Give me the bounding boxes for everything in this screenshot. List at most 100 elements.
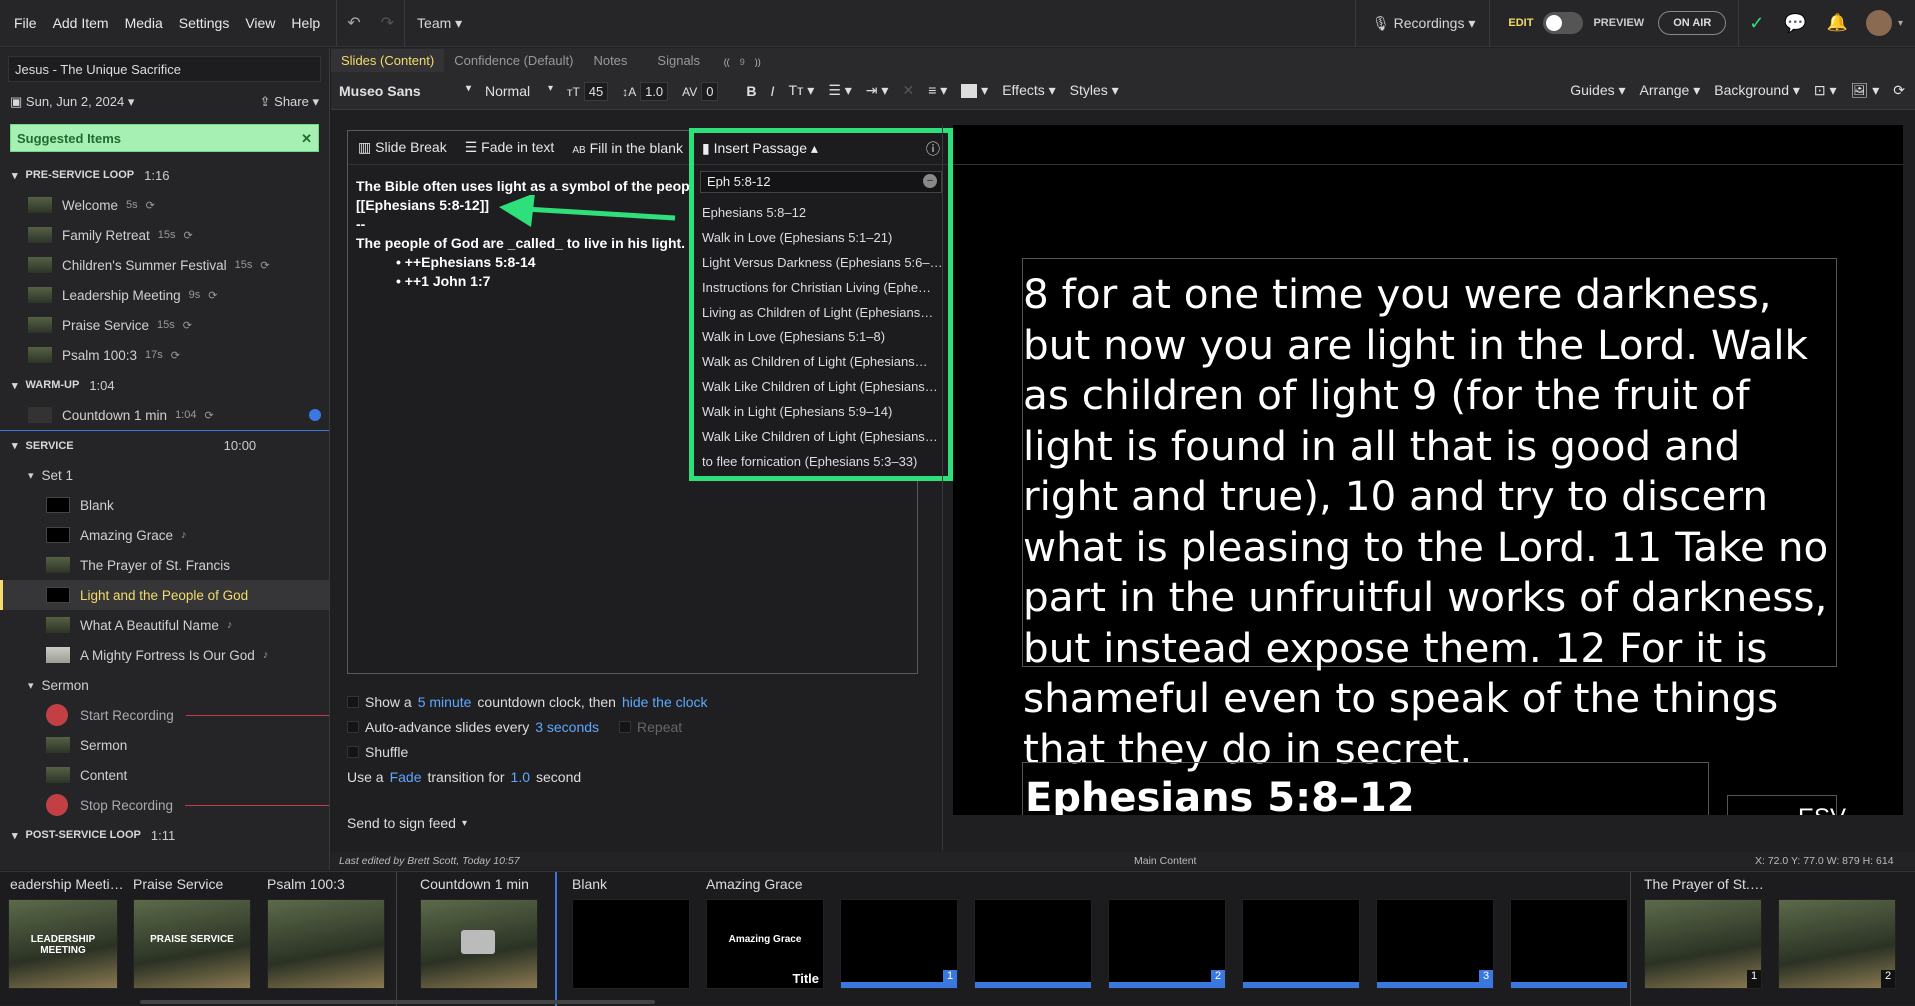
font-size-value[interactable]: 45 [583, 81, 609, 101]
hide-clock-link[interactable]: hide the clock [622, 694, 708, 710]
passage-result[interactable]: Walk in Love (Ephesians 5:1–8) [694, 325, 948, 350]
list-item[interactable]: Countdown 1 min 1:04 ⟳ [0, 400, 329, 430]
slide-thumbnail[interactable] [974, 899, 1092, 989]
repeat-checkbox[interactable] [619, 721, 632, 733]
send-to-sign-feed[interactable]: Send to sign feed ▾ [347, 815, 467, 831]
slide-thumbnail[interactable]: LEADERSHIP MEETING [8, 899, 118, 989]
refresh-icon[interactable]: ⟳ [1893, 82, 1915, 99]
preview-mode-label[interactable]: PREVIEW [1583, 17, 1658, 29]
image-icon[interactable]: 🖼 ▾ [1851, 82, 1880, 99]
seconds-link[interactable]: 3 seconds [535, 719, 599, 735]
list-item[interactable]: The Prayer of St. Francis [0, 550, 329, 580]
slide-thumbnail[interactable] [420, 899, 538, 989]
list-item[interactable]: Leadership Meeting 9s ⟳ [0, 280, 329, 310]
list-item[interactable]: Start Recording [0, 700, 329, 730]
list-item[interactable]: Welcome 5s ⟳ [0, 190, 329, 220]
text-transform-icon[interactable]: Tт ▾ [788, 82, 814, 99]
fill-blank-button[interactable]: AB Fill in the blank [572, 140, 683, 156]
check-circle-icon[interactable]: ✓ [1739, 13, 1774, 34]
weight-dropdown[interactable]: Normal ▾ [485, 83, 553, 99]
passage-result[interactable]: Walk in Love (Ephesians 5:1–21) [694, 226, 948, 251]
slide-thumbnail[interactable]: 3 [1376, 899, 1494, 989]
slide-thumbnail[interactable] [572, 899, 690, 989]
passage-search-input[interactable]: Eph 5:8-12 – [700, 171, 942, 193]
scripture-text-box[interactable]: 8 for at one time you were darkness, but… [1022, 258, 1837, 773]
align-icon[interactable]: ≡ ▾ [928, 82, 947, 99]
date-dropdown[interactable]: ▣ Sun, Jun 2, 2024 ▾ [10, 94, 134, 110]
info-icon[interactable]: ⓘ [926, 139, 940, 159]
menu-help[interactable]: Help [283, 15, 328, 31]
menu-file[interactable]: File [6, 15, 45, 31]
indent-icon[interactable]: ⇥ ▾ [866, 82, 889, 99]
auto-advance-checkbox[interactable] [347, 721, 359, 733]
fade-link[interactable]: Fade [390, 769, 422, 785]
passage-result[interactable]: Walk Like Children of Light (Ephesians… [694, 425, 948, 450]
passage-result[interactable]: Ephesians 5:8–12 [694, 201, 948, 226]
arrange-dropdown[interactable]: Arrange ▾ [1640, 82, 1701, 99]
close-icon[interactable]: ✕ [301, 131, 312, 146]
font-dropdown[interactable]: Museo Sans ▾ [339, 83, 471, 99]
duration-link[interactable]: 1.0 [511, 769, 530, 785]
section-pre-service-loop[interactable]: ▾ PRE-SERVICE LOOP 1:16 [0, 160, 329, 190]
countdown-checkbox[interactable] [347, 696, 359, 708]
list-item[interactable]: Blank [0, 490, 329, 520]
share-button[interactable]: ⇪ Share ▾ [260, 94, 319, 110]
slide-thumbnail[interactable] [1242, 899, 1360, 989]
list-item[interactable]: Sermon [0, 730, 329, 760]
set-header[interactable]: ▾ Sermon [0, 670, 329, 700]
menu-add-item[interactable]: Add Item [45, 15, 117, 31]
tab-notes[interactable]: Notes [583, 49, 637, 72]
background-dropdown[interactable]: Background ▾ [1714, 82, 1800, 99]
on-air-button[interactable]: ON AIR [1658, 11, 1727, 35]
section-post-service-loop[interactable]: ▾ POST-SERVICE LOOP 1:11 [0, 820, 329, 850]
letter-spacing-value[interactable]: 0 [701, 81, 719, 101]
slide-thumbnail[interactable]: 2 [1108, 899, 1226, 989]
clear-icon[interactable]: – [923, 174, 937, 188]
avatar[interactable] [1865, 10, 1892, 36]
tab-confidence[interactable]: Confidence (Default) [444, 49, 583, 72]
section-service[interactable]: ▾ SERVICE 10:00 [0, 430, 329, 460]
line-height-value[interactable]: 1.0 [640, 81, 669, 101]
bold-icon[interactable]: B [746, 83, 756, 99]
edit-preview-toggle[interactable] [1543, 12, 1584, 34]
list-item[interactable]: Family Retreat 15s ⟳ [0, 220, 329, 250]
section-warm-up[interactable]: ▾ WARM-UP 1:04 [0, 370, 329, 400]
recordings-dropdown[interactable]: 🎙 Recordings ▾ [1356, 15, 1489, 32]
set-header[interactable]: ▾ Set 1 [0, 460, 329, 490]
bell-icon[interactable]: 🔔 [1817, 13, 1858, 33]
plan-title[interactable]: Jesus - The Unique Sacrifice [8, 56, 321, 82]
edit-mode-label[interactable]: EDIT [1490, 17, 1543, 29]
minute-link[interactable]: 5 minute [418, 694, 472, 710]
passage-result[interactable]: to flee fornication (Ephesians 5:3–33) [694, 450, 948, 475]
font-size-stepper[interactable]: ᴛT 45 [567, 81, 609, 101]
menu-media[interactable]: Media [117, 15, 171, 31]
slide-thumbnail[interactable]: Amazing Grace Title [706, 899, 824, 989]
slide-thumbnail[interactable]: PRAISE SERVICE [133, 899, 251, 989]
redo-icon[interactable]: ↷ [371, 13, 404, 33]
guides-dropdown[interactable]: Guides ▾ [1570, 82, 1625, 99]
slide-thumbnail[interactable] [267, 899, 385, 989]
list-item[interactable]: A Mighty Fortress Is Our God ♪ [0, 640, 329, 670]
menu-settings[interactable]: Settings [171, 15, 238, 31]
passage-result[interactable]: Walk Like Children of Light (Ephesians… [694, 375, 948, 400]
passage-result[interactable]: Instructions for Christian Living (Ephe… [694, 276, 948, 301]
slide-break-button[interactable]: ▥ Slide Break [358, 139, 447, 156]
tab-signals[interactable]: Signals ((9)) [637, 49, 780, 72]
list-item[interactable]: Psalm 100:3 17s ⟳ [0, 340, 329, 370]
list-item[interactable]: Praise Service 15s ⟳ [0, 310, 329, 340]
shuffle-checkbox[interactable] [347, 746, 359, 758]
fade-in-text-button[interactable]: ☰ Fade in text [465, 139, 555, 156]
chat-icon[interactable]: 💬 [1774, 13, 1816, 34]
list-icon[interactable]: ☰ ▾ [828, 82, 851, 99]
team-dropdown[interactable]: Team ▾ [405, 15, 462, 32]
list-item[interactable]: What A Beautiful Name ♪ [0, 610, 329, 640]
insert-passage-dropdown[interactable]: ▮ Insert Passage ▴ [702, 140, 818, 157]
slide-thumbnail[interactable]: 2 [1778, 899, 1896, 989]
scripture-reference-box[interactable]: Ephesians 5:8–12 [1022, 762, 1709, 815]
list-item[interactable]: Amazing Grace ♪ [0, 520, 329, 550]
text-box-icon[interactable]: ⊡ ▾ [1814, 82, 1837, 99]
line-height-stepper[interactable]: ↕A 1.0 [622, 81, 669, 101]
undo-icon[interactable]: ↶ [337, 13, 370, 33]
slide-thumbnail[interactable]: 1 [840, 899, 958, 989]
passage-result[interactable]: Light Versus Darkness (Ephesians 5:6–… [694, 251, 948, 276]
